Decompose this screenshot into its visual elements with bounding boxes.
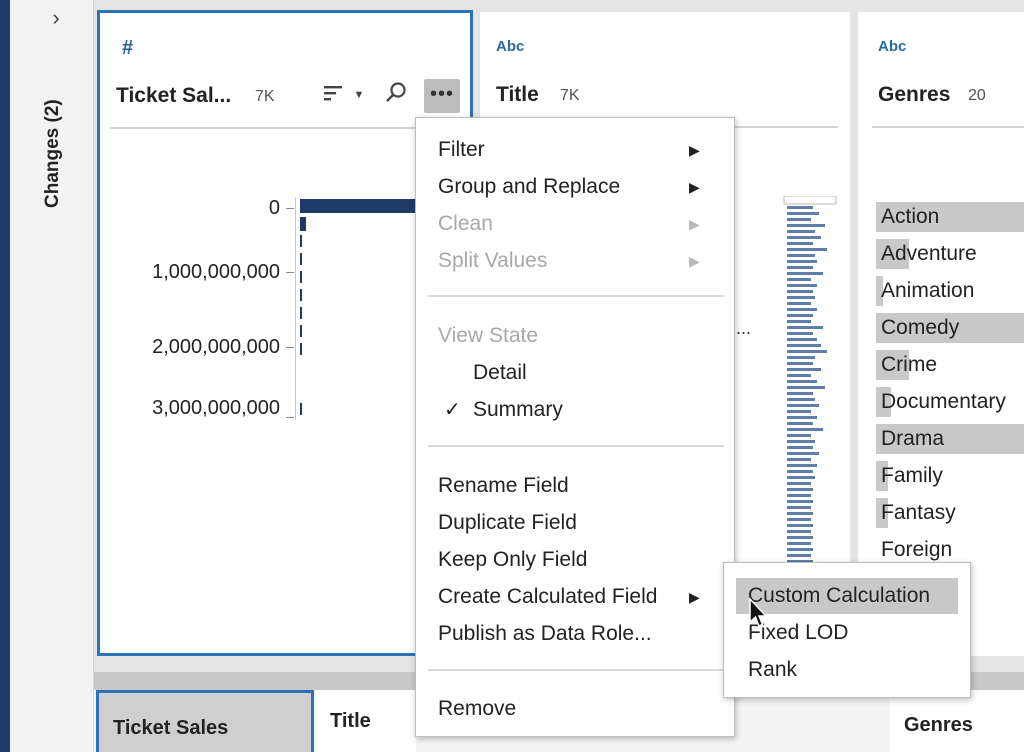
histogram-bar <box>300 253 302 265</box>
field-name: Title <box>496 83 539 106</box>
genre-value[interactable]: Action <box>876 202 939 232</box>
histogram-bar <box>300 217 306 231</box>
menu-item-filter[interactable]: Filter <box>438 134 485 166</box>
submenu-arrow-icon: ▶ <box>689 589 700 605</box>
field-count: 20 <box>968 87 986 104</box>
menu-item-clean: Clean <box>438 212 493 235</box>
field-name: Genres <box>878 83 951 106</box>
submenu-item-custom-calculation[interactable]: Custom Calculation <box>736 578 958 614</box>
sort-icon[interactable] <box>320 83 346 109</box>
axis-tick <box>286 272 294 273</box>
axis-label: 3,000,000,000 <box>152 397 280 419</box>
menu-separator <box>428 295 724 297</box>
menu-heading-view-state: View State <box>438 324 539 347</box>
genre-value[interactable]: Drama <box>876 424 944 454</box>
menu-item-publish-as-data-role[interactable]: Publish as Data Role... <box>438 618 652 650</box>
more-options-button[interactable]: ••• <box>424 79 460 113</box>
menu-item-split-values: Split Values <box>438 249 548 272</box>
header-divider <box>110 127 462 129</box>
string-type-icon[interactable]: Abc <box>878 38 906 55</box>
header-divider <box>872 126 1024 128</box>
field-count: 7K <box>255 88 275 105</box>
truncated-value: ... <box>736 318 752 338</box>
axis-line <box>295 197 296 419</box>
chevron-right-icon[interactable]: › <box>44 6 68 30</box>
axis-tick <box>286 417 294 418</box>
search-icon[interactable] <box>382 81 410 111</box>
checkmark-icon: ✓ <box>444 399 461 421</box>
axis-tick <box>286 208 294 209</box>
app-left-edge <box>0 0 10 752</box>
histogram-bar <box>300 235 302 247</box>
field-card-genres[interactable]: Abc Genres 20 Action Adventure Animation Co… <box>858 12 1024 656</box>
histogram-bar <box>300 307 302 319</box>
title-value-bars[interactable] <box>783 196 839 576</box>
menu-item-group-and-replace[interactable]: Group and Replace <box>438 171 620 203</box>
menu-item-rename-field[interactable]: Rename Field <box>438 470 569 502</box>
menu-item-summary[interactable]: Summary <box>473 394 563 426</box>
create-calculated-field-submenu: Custom Calculation Fixed LOD Rank <box>723 562 971 698</box>
axis-label: 1,000,000,000 <box>152 261 280 283</box>
axis-label: 2,000,000,000 <box>152 336 280 358</box>
menu-item-keep-only-field[interactable]: Keep Only Field <box>438 544 587 576</box>
histogram-bar <box>300 325 302 337</box>
menu-separator <box>428 669 724 671</box>
field-context-menu: Filter ▶ Group and Replace ▶ Clean ▶ Spl… <box>415 117 735 737</box>
axis-label: 0 <box>268 197 280 219</box>
menu-item-duplicate-field[interactable]: Duplicate Field <box>438 507 577 539</box>
field-name: Ticket Sal... <box>116 84 232 107</box>
genre-value[interactable]: Crime <box>876 350 937 380</box>
histogram-bar <box>300 199 418 213</box>
menu-item-create-calculated-field[interactable]: Create Calculated Field <box>438 581 657 613</box>
genre-value[interactable]: Family <box>876 461 943 491</box>
genre-value[interactable]: Fantasy <box>876 498 956 528</box>
string-type-icon[interactable]: Abc <box>496 38 524 55</box>
menu-item-detail[interactable]: Detail <box>473 357 527 389</box>
changes-rail-label: Changes (2) <box>42 99 63 208</box>
histogram-bar <box>300 271 302 283</box>
sort-dropdown-caret-icon[interactable]: ▼ <box>352 83 366 107</box>
mouse-pointer-icon <box>749 598 768 627</box>
menu-item-remove[interactable]: Remove <box>438 693 516 725</box>
column-header-ticket-sales[interactable]: Ticket Sales <box>96 690 314 752</box>
histogram[interactable] <box>298 197 418 419</box>
field-count: 7K <box>560 87 580 104</box>
changes-rail-label-wrap: Changes (2) <box>32 60 72 220</box>
changes-rail[interactable]: › Changes (2) <box>10 0 94 752</box>
genre-value[interactable]: Foreign <box>876 535 952 565</box>
menu-separator <box>428 445 724 447</box>
histogram-bar <box>300 343 302 355</box>
submenu-arrow-icon: ▶ <box>689 216 700 232</box>
column-header-title[interactable]: Title <box>316 690 416 752</box>
histogram-bar <box>300 289 302 301</box>
submenu-item-rank[interactable]: Rank <box>736 652 958 688</box>
column-header-genres[interactable]: Genres <box>890 690 1024 752</box>
prep-flow-profile-pane: › Changes (2) # Ticket Sal... 7K ▼ ••• 0… <box>0 0 1024 752</box>
genre-value[interactable]: Adventure <box>876 239 977 269</box>
histogram-bar <box>300 403 302 415</box>
axis-tick <box>286 347 294 348</box>
submenu-arrow-icon: ▶ <box>689 179 700 195</box>
genre-value[interactable]: Documentary <box>876 387 1006 417</box>
genre-value[interactable]: Comedy <box>876 313 959 343</box>
genre-value[interactable]: Animation <box>876 276 974 306</box>
submenu-item-fixed-lod[interactable]: Fixed LOD <box>736 615 958 651</box>
submenu-arrow-icon: ▶ <box>689 142 700 158</box>
submenu-arrow-icon: ▶ <box>689 253 700 269</box>
number-type-icon[interactable]: # <box>122 37 133 60</box>
